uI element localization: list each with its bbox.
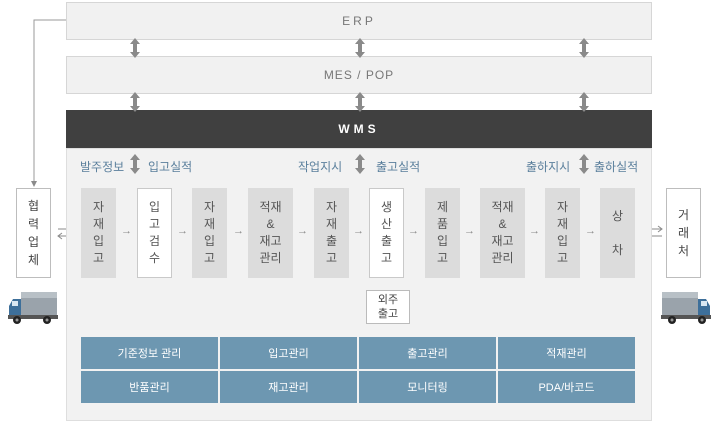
label-dispatch-result: 출하실적 bbox=[594, 160, 639, 174]
process-material-receiving-3: 자 재 입 고 bbox=[545, 188, 580, 278]
erp-to-supplier-line bbox=[31, 19, 66, 187]
label-order-info: 발주정보 bbox=[80, 160, 125, 174]
process-receiving-inspection: 입 고 검 수 bbox=[137, 188, 172, 278]
process-arrow: → bbox=[585, 225, 596, 237]
wms-layer: WMS bbox=[66, 110, 652, 148]
process-loading-inventory-2: 적재 & 재고 관리 bbox=[480, 188, 525, 278]
supplier-box: 협 력 업 체 bbox=[16, 188, 51, 278]
process-material-receiving-1: 자 재 입 고 bbox=[81, 188, 116, 278]
feature-inventory: 재고관리 bbox=[220, 371, 357, 403]
process-loading-inventory-1: 적재 & 재고 관리 bbox=[248, 188, 293, 278]
label-shipping-result: 출고실적 bbox=[376, 160, 421, 174]
label-work-order: 작업지시 bbox=[298, 160, 343, 174]
process-loading-truck: 상 차 bbox=[600, 188, 635, 278]
label-dispatch-order: 출하지시 bbox=[526, 160, 571, 174]
customer-box: 거 래 처 bbox=[666, 188, 701, 278]
feature-loading: 적재관리 bbox=[498, 337, 635, 369]
mes-pop-layer: MES / POP bbox=[66, 56, 652, 94]
feature-receiving: 입고관리 bbox=[220, 337, 357, 369]
process-arrow: → bbox=[121, 225, 132, 237]
process-arrow: → bbox=[464, 225, 475, 237]
process-arrow: → bbox=[177, 225, 188, 237]
right-truck-icon bbox=[661, 292, 711, 324]
feature-returns: 반품관리 bbox=[81, 371, 218, 403]
erp-layer: ERP bbox=[66, 2, 652, 40]
process-material-issue: 자 재 출 고 bbox=[314, 188, 349, 278]
left-truck-icon bbox=[8, 292, 58, 324]
outsourcing-issue-box: 외주 출고 bbox=[366, 290, 410, 324]
process-material-receiving-2: 자 재 입 고 bbox=[192, 188, 227, 278]
process-arrow: → bbox=[297, 225, 308, 237]
process-product-receiving: 제 품 입 고 bbox=[425, 188, 460, 278]
feature-monitoring: 모니터링 bbox=[359, 371, 496, 403]
process-production-issue: 생 산 출 고 bbox=[369, 188, 404, 278]
label-receiving-result: 입고실적 bbox=[148, 160, 193, 174]
process-arrow: → bbox=[233, 225, 244, 237]
feature-master-data: 기준정보 관리 bbox=[81, 337, 218, 369]
process-arrow: → bbox=[529, 225, 540, 237]
process-arrow: → bbox=[353, 225, 364, 237]
process-arrow: → bbox=[408, 225, 419, 237]
feature-pda-barcode: PDA/바코드 bbox=[498, 371, 635, 403]
feature-shipping: 출고관리 bbox=[359, 337, 496, 369]
